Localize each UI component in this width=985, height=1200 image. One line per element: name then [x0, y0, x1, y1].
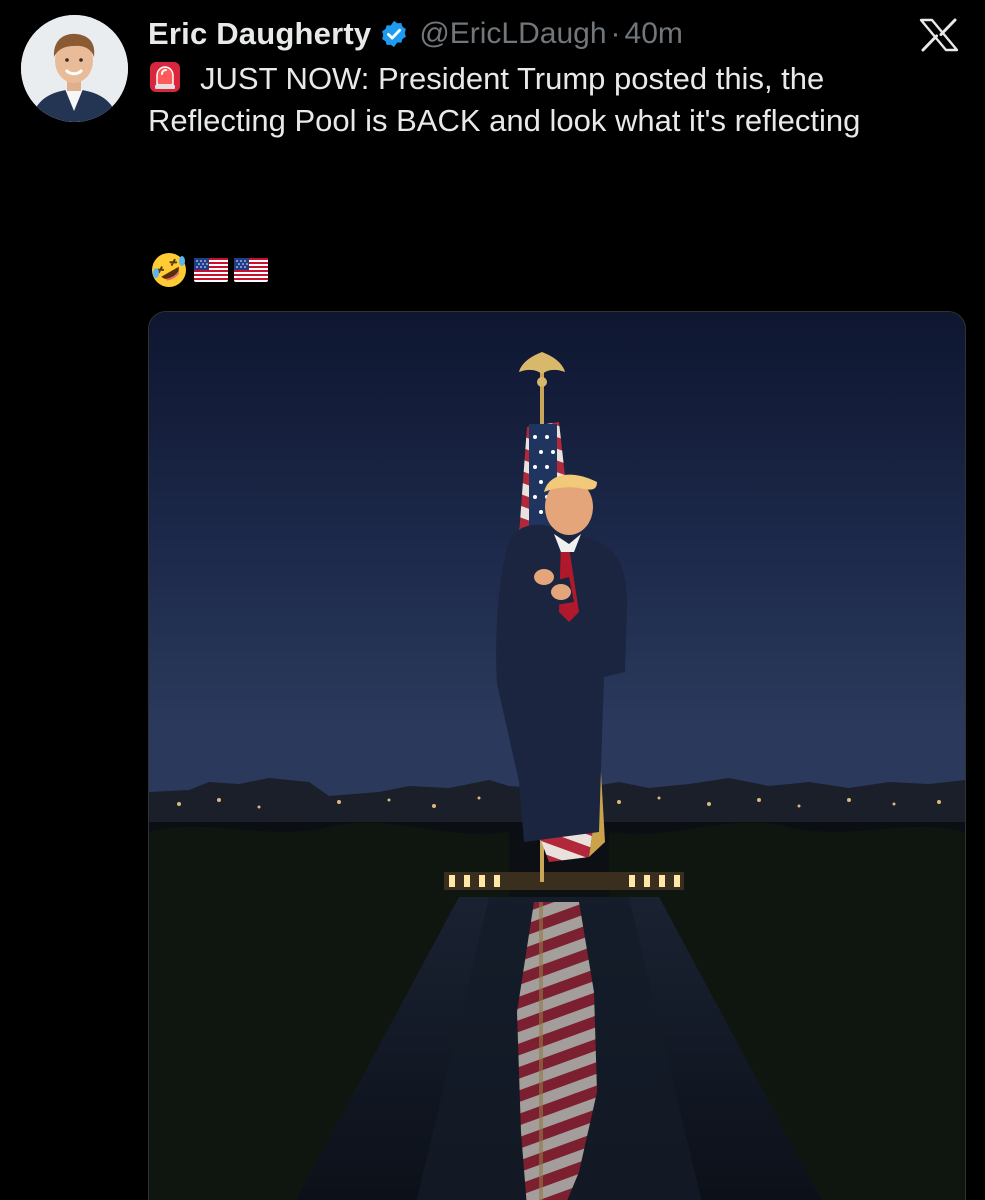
post-time[interactable]: 40m: [625, 17, 683, 51]
tweet-body: JUST NOW: President Trump posted this, t…: [148, 58, 968, 142]
us-flag-icon: [194, 258, 228, 282]
avatar-photo: [21, 15, 128, 122]
tweet-card: Eric Daugherty @EricLDaugh · 40m JUST NO…: [0, 0, 985, 1200]
us-flag-icon: [234, 258, 268, 282]
avatar[interactable]: [21, 15, 128, 122]
author-name[interactable]: Eric Daugherty: [148, 16, 371, 52]
emoji-row: [150, 250, 268, 290]
siren-icon: [148, 60, 182, 94]
verified-badge-icon[interactable]: [379, 19, 409, 49]
flag-hug-reflecting-pool-image: [149, 312, 965, 1200]
author-handle[interactable]: @EricLDaugh: [419, 17, 606, 51]
header-separator: ·: [610, 17, 621, 50]
x-logo-icon[interactable]: [918, 18, 960, 52]
tweet-text: JUST NOW: President Trump posted this, t…: [148, 61, 861, 138]
tweet-media-image[interactable]: [148, 311, 966, 1200]
tweet-header: Eric Daugherty @EricLDaugh · 40m: [148, 12, 683, 56]
rolling-on-floor-laughing-icon: [150, 251, 188, 289]
